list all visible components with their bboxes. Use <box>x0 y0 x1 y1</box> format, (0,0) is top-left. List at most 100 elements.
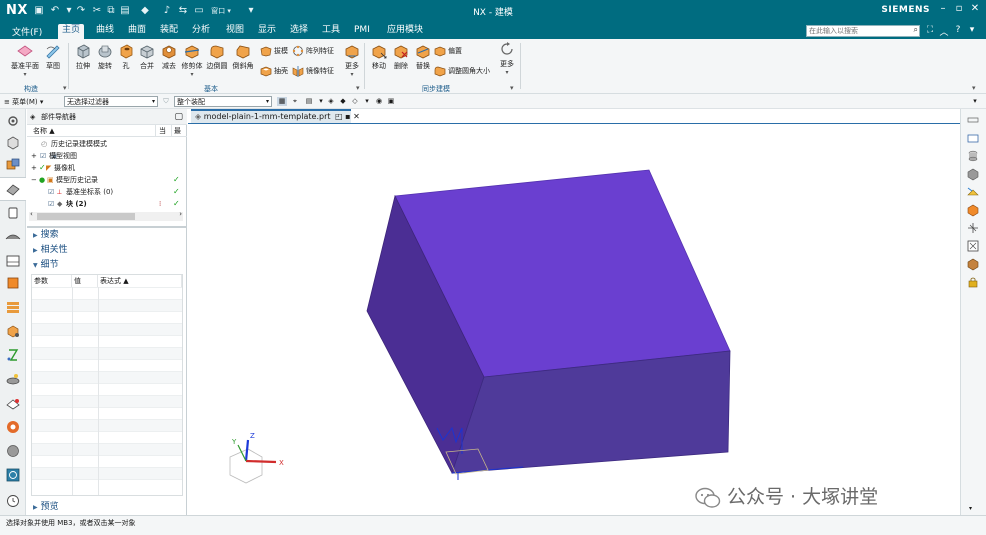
tab-surface[interactable]: 曲面 <box>124 24 150 39</box>
collapse-ribbon-icon[interactable]: ︿ <box>938 25 950 38</box>
visualization-icon[interactable] <box>5 395 21 411</box>
offset-region-button[interactable]: 偏置 <box>434 43 462 59</box>
replace-face-button[interactable]: 替换 <box>412 43 434 71</box>
section-details[interactable]: ▼ 细节 <box>27 259 187 272</box>
details-col-value[interactable]: 值 <box>72 275 98 287</box>
edge-display-icon[interactable] <box>966 203 980 217</box>
fullscreen-icon[interactable]: ⛶ <box>924 25 936 35</box>
tab-select[interactable]: 选择 <box>286 24 312 39</box>
close-button[interactable]: ✕ <box>968 3 982 14</box>
snap-point-icon[interactable]: ⌖ <box>290 97 300 106</box>
scroll-down-icon[interactable]: ▾ <box>969 505 972 512</box>
horizontal-scrollbar[interactable]: ‹ › <box>29 210 183 221</box>
role-icon[interactable] <box>5 347 21 363</box>
chamfer-button[interactable]: 倒斜角 <box>230 43 256 71</box>
fit-view-icon[interactable] <box>966 221 980 235</box>
details-col-expression[interactable]: 表达式 ▲ <box>98 275 182 287</box>
gear-icon[interactable] <box>5 113 21 129</box>
tab-applications[interactable]: 应用模块 <box>383 24 427 39</box>
edge-blend-button[interactable]: 边倒圆 <box>204 43 230 71</box>
select-all-icon[interactable]: ▦ <box>277 97 287 106</box>
sync-group-dropdown-icon[interactable]: ▾ <box>510 84 514 92</box>
close-tab-icon[interactable]: ✕ <box>353 112 360 121</box>
search-icon[interactable]: ⌕ <box>914 25 918 35</box>
details-col-parameter[interactable]: 参数 <box>32 275 72 287</box>
tab-display[interactable]: 显示 <box>254 24 280 39</box>
ribbon-overflow-dropdown-icon[interactable]: ▾ <box>972 84 976 92</box>
restore-button[interactable]: ▫ <box>952 3 966 14</box>
tree-row-cameras[interactable]: + ✓ ◤ 摄像机 <box>27 162 187 174</box>
maximize-panel-icon[interactable]: ▢ <box>174 109 183 125</box>
construct-group-dropdown-icon[interactable]: ▾ <box>63 84 67 92</box>
sketch-button[interactable]: 草图 <box>42 43 64 71</box>
draft-button[interactable]: 拔模 <box>260 43 288 59</box>
cube-view-icon[interactable]: ▣ <box>386 97 396 106</box>
revolve-button[interactable]: 旋转 <box>94 43 116 71</box>
tab-home[interactable]: 主页 <box>58 24 85 39</box>
command-search[interactable]: ⌕ <box>806 25 920 37</box>
assembly-navigator-icon[interactable] <box>5 135 21 151</box>
process-studio-icon[interactable] <box>5 299 21 315</box>
unite-button[interactable]: 合并 <box>136 43 158 71</box>
selbar-overflow-icon[interactable]: ▾ <box>970 97 980 106</box>
subtract-button[interactable]: 减去 <box>158 43 180 71</box>
filter-funnel-icon[interactable]: ⛉ <box>161 97 171 106</box>
delete-face-button[interactable]: 删除 <box>390 43 412 71</box>
ribbon-options-icon[interactable]: ▾ <box>966 25 978 35</box>
document-tab[interactable]: ◈ model-plain-1-mm-template.prt ◰ ▪ ✕ <box>191 109 360 123</box>
section-search[interactable]: ▶ 搜索 <box>27 229 187 242</box>
trim-body-dropdown-icon[interactable]: ▾ <box>180 71 204 78</box>
tab-tools[interactable]: 工具 <box>318 24 344 39</box>
expand-icon[interactable]: + <box>31 150 37 162</box>
view-triad[interactable]: Y Z X <box>229 432 284 484</box>
pattern-feature-button[interactable]: 阵列特征 <box>292 43 334 59</box>
sphere-icon[interactable] <box>5 443 21 459</box>
section-preview[interactable]: ▶ 预览 <box>27 501 187 514</box>
constraint-navigator-icon[interactable] <box>5 157 21 173</box>
basic-more-dropdown-icon[interactable]: ▾ <box>340 71 364 78</box>
tab-curve[interactable]: 曲线 <box>92 24 118 39</box>
main-menu-button[interactable]: ≡ 菜单(M) ▾ <box>4 97 43 107</box>
tree-row-datum-csys[interactable]: ☑ ⟂ 基准坐标系 (0) ✓ <box>27 186 187 198</box>
datum-plane-button[interactable]: 基准平面 ▾ <box>10 43 40 78</box>
expand-icon[interactable]: + <box>31 162 37 174</box>
collapse-icon[interactable]: − <box>31 174 37 186</box>
lock-view-icon[interactable] <box>966 275 980 289</box>
clock-icon[interactable] <box>5 493 21 509</box>
part-color-icon[interactable] <box>966 257 980 271</box>
globe-icon[interactable] <box>5 467 21 483</box>
scroll-left-icon[interactable]: ‹ <box>30 210 33 218</box>
shaded-view-icon[interactable] <box>966 167 980 181</box>
tab-assembly[interactable]: 装配 <box>156 24 182 39</box>
tab-pmi[interactable]: PMI <box>350 24 374 39</box>
manufacturing-wizard-icon[interactable] <box>5 323 21 339</box>
web-browser-icon[interactable] <box>5 253 21 269</box>
history-icon[interactable] <box>5 275 21 291</box>
datum-plane-dropdown-icon[interactable]: ▾ <box>10 71 40 78</box>
tab-analysis[interactable]: 分析 <box>188 24 214 39</box>
column-current[interactable]: 当 <box>159 126 166 136</box>
zoom-fit-icon[interactable] <box>966 239 980 253</box>
selection-intent-icon[interactable]: ▤ <box>304 97 314 106</box>
options-dropdown-icon[interactable]: ▾ <box>362 97 372 106</box>
help-icon[interactable]: ? <box>952 25 964 35</box>
display-palette-icon[interactable] <box>5 419 21 435</box>
sync-more-dropdown-icon[interactable]: ▾ <box>496 69 518 76</box>
scrollbar-thumb[interactable] <box>37 213 135 220</box>
reuse-library-icon[interactable] <box>5 205 21 221</box>
part-navigator-icon[interactable] <box>5 181 21 197</box>
selection-filter-select[interactable]: 无选择过滤器 ▾ <box>64 96 158 107</box>
feature-select-icon[interactable]: ◈ <box>326 97 336 106</box>
mirror-feature-button[interactable]: 镜像特征 <box>292 63 334 79</box>
plane-view-icon[interactable] <box>966 131 980 145</box>
basic-group-dropdown-icon[interactable]: ▾ <box>356 84 360 92</box>
column-latest[interactable]: 最 <box>174 126 181 136</box>
move-face-button[interactable]: 移动 <box>368 43 390 71</box>
graphics-window[interactable]: Y Z X <box>188 123 960 514</box>
tab-view[interactable]: 视图 <box>222 24 248 39</box>
panel-splitter[interactable] <box>27 226 187 228</box>
checkbox-icon[interactable]: ☑ <box>40 150 46 162</box>
tree-row-model-views[interactable]: + ☑ ▣ 模型视图 <box>27 150 187 162</box>
search-input[interactable] <box>807 26 907 36</box>
scroll-right-icon[interactable]: › <box>179 210 182 218</box>
